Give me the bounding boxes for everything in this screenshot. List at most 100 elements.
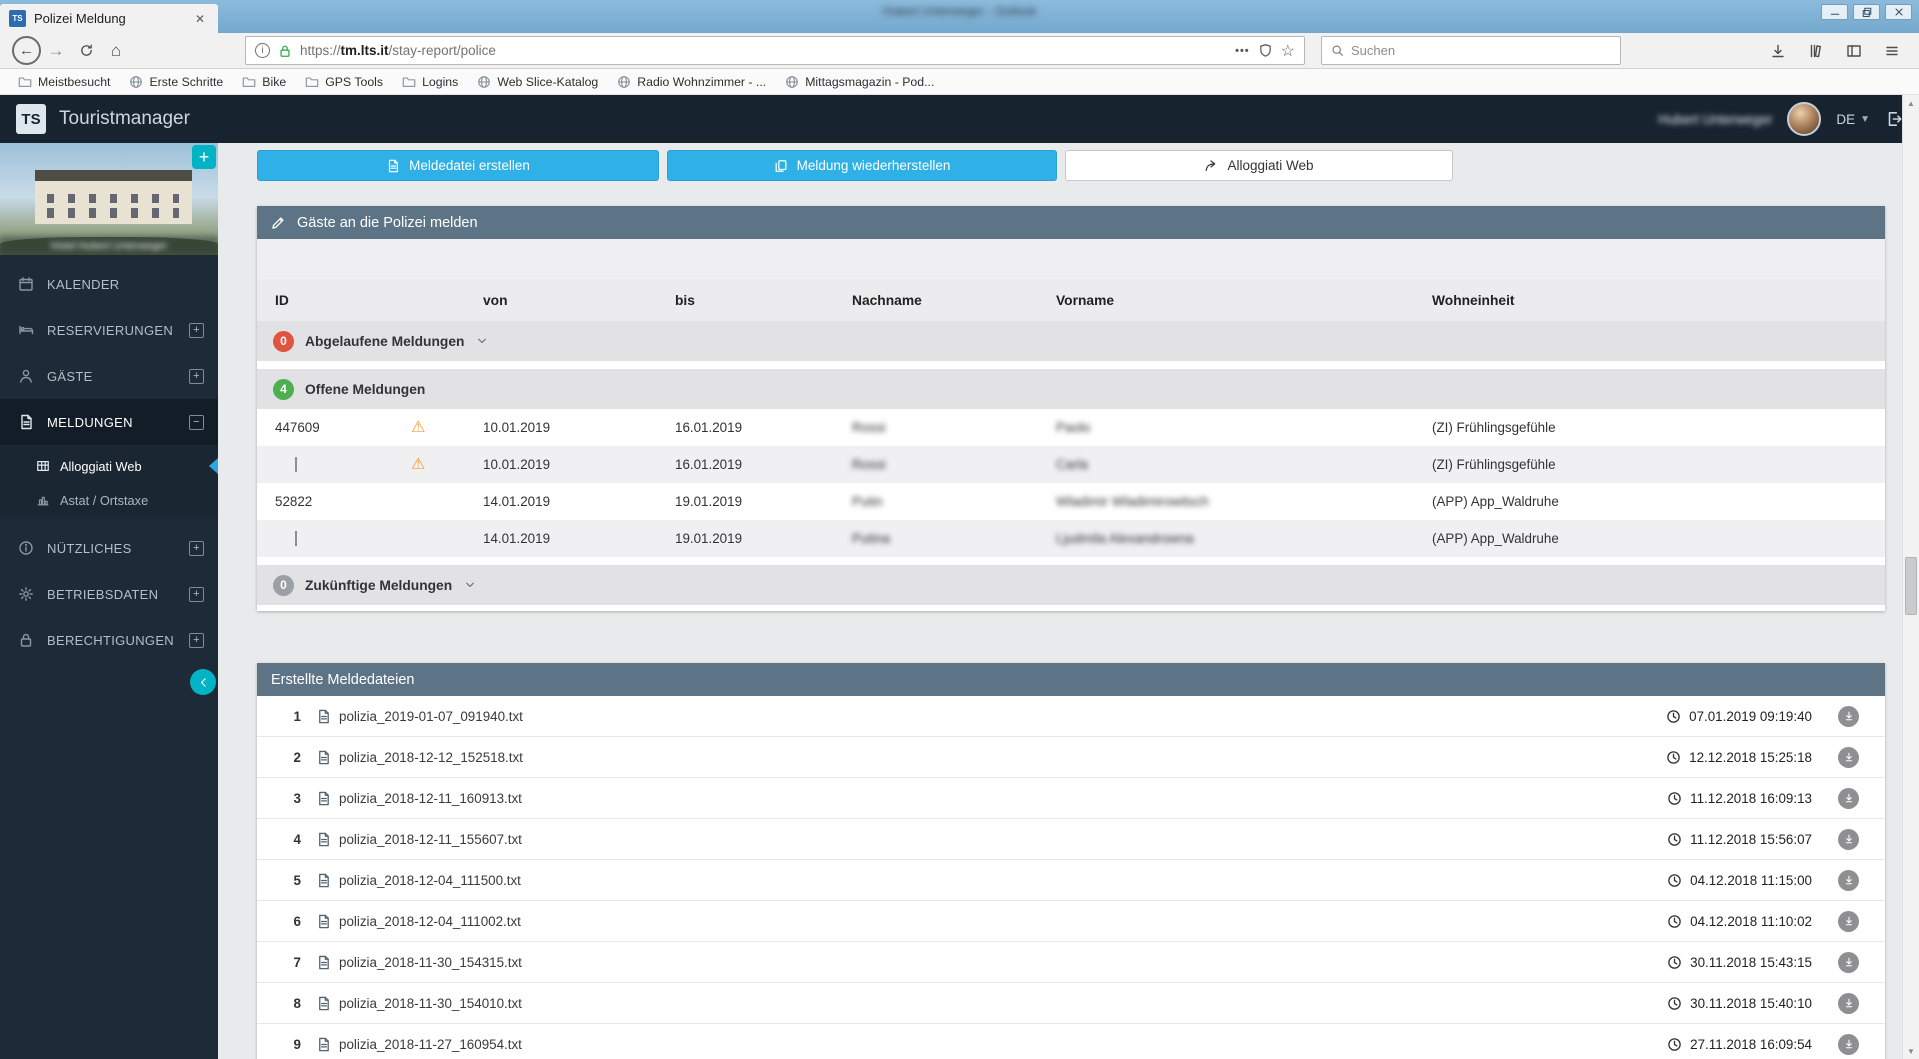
download-button[interactable] xyxy=(1838,705,1859,727)
date-from: 14.01.2019 xyxy=(483,494,551,509)
bookmark-star-icon[interactable]: ☆ xyxy=(1281,41,1295,61)
browser-tab[interactable]: TS Polizei Meldung ✕ xyxy=(0,4,218,33)
expand-icon[interactable]: + xyxy=(189,322,204,338)
forward-icon[interactable]: → xyxy=(41,36,71,66)
guest-lastname: Putina xyxy=(852,531,890,546)
back-icon[interactable]: ← xyxy=(12,36,41,65)
bookmark-item[interactable]: Erste Schritte xyxy=(121,71,231,93)
sidebar-item-berechtigungen[interactable]: BERECHTIGUNGEN + xyxy=(0,617,218,663)
download-icon xyxy=(1845,916,1852,926)
expand-icon[interactable]: + xyxy=(189,586,204,602)
bookmark-item[interactable]: Meistbesucht xyxy=(10,71,118,93)
sidebar-item-meldungen[interactable]: MELDUNGEN − xyxy=(0,399,218,445)
group-expired[interactable]: 0 Abgelaufene Meldungen xyxy=(257,321,1885,361)
download-button[interactable] xyxy=(1838,787,1859,809)
group-future[interactable]: 0 Zukünftige Meldungen xyxy=(257,565,1885,605)
sidebar-item-kalender[interactable]: KALENDER xyxy=(0,261,218,307)
alloggiati-web-button[interactable]: Alloggiati Web xyxy=(1065,150,1453,181)
sidebar-item-alloggiati-web[interactable]: Alloggiati Web xyxy=(0,449,218,483)
sidebar-item-reservierungen[interactable]: RESERVIERUNGEN + xyxy=(0,307,218,353)
restore-icon[interactable] xyxy=(1853,4,1880,20)
download-button[interactable] xyxy=(1838,951,1859,973)
download-button[interactable] xyxy=(1838,828,1859,850)
sidebar-item-label: GÄSTE xyxy=(47,368,93,384)
file-name-link[interactable]: polizia_2018-12-12_152518.txt xyxy=(339,750,523,765)
reload-icon[interactable] xyxy=(71,36,101,66)
file-row: 2 polizia_2018-12-12_152518.txt 12.12.20… xyxy=(257,737,1885,778)
page-actions-icon[interactable]: ••• xyxy=(1235,45,1250,57)
expand-icon[interactable]: + xyxy=(189,632,204,648)
guest-firstname: Paolo xyxy=(1056,420,1091,435)
file-name-link[interactable]: polizia_2018-12-11_160913.txt xyxy=(339,791,522,806)
bookmark-item[interactable]: Logins xyxy=(394,71,466,93)
tab-close-icon[interactable]: ✕ xyxy=(191,10,209,28)
file-name-link[interactable]: polizia_2019-01-07_091940.txt xyxy=(339,709,523,724)
url-bar[interactable]: i https://tm.lts.it/stay-report/police •… xyxy=(245,36,1305,65)
sidebar-item-nuetzliches[interactable]: NÜTZLICHES + xyxy=(0,525,218,571)
bookmark-item[interactable]: Bike xyxy=(234,71,294,93)
create-report-file-button[interactable]: Meldedatei erstellen xyxy=(257,150,659,181)
scroll-down-icon[interactable]: ▼ xyxy=(1903,1043,1919,1059)
folder-icon xyxy=(242,76,256,87)
downloads-icon[interactable] xyxy=(1763,36,1793,66)
file-name-link[interactable]: polizia_2018-11-30_154010.txt xyxy=(339,996,522,1011)
sidebar-item-betriebsdaten[interactable]: BETRIEBSDATEN + xyxy=(0,571,218,617)
download-button[interactable] xyxy=(1838,746,1859,768)
download-button[interactable] xyxy=(1838,910,1859,932)
clock-icon xyxy=(1667,709,1680,723)
collapse-sidebar-button[interactable] xyxy=(190,669,216,695)
download-button[interactable] xyxy=(1838,869,1859,891)
collapse-section-icon[interactable]: − xyxy=(189,414,204,430)
home-icon[interactable]: ⌂ xyxy=(101,36,131,66)
language-selector[interactable]: DE ▼ xyxy=(1836,112,1870,127)
shield-icon[interactable] xyxy=(1258,43,1273,58)
sidebar-item-astat-ortstaxe[interactable]: Astat / Ortstaxe xyxy=(0,483,218,517)
table-header: ID von bis Nachname Vorname Wohneinheit xyxy=(257,279,1885,321)
bookmark-item[interactable]: GPS Tools xyxy=(297,71,391,93)
minimize-icon[interactable] xyxy=(1821,4,1848,20)
download-button[interactable] xyxy=(1838,992,1859,1014)
sidebar-toggle-icon[interactable] xyxy=(1839,36,1869,66)
download-button[interactable] xyxy=(1838,1033,1859,1055)
screen: TS Polizei Meldung ✕ Hubert Unterweger -… xyxy=(0,0,1919,1059)
chevron-down-icon xyxy=(478,338,487,344)
nav-toolbar: ← → ⌂ i https://tm.lts.it/stay-report/po… xyxy=(0,33,1919,69)
expand-icon[interactable]: + xyxy=(189,368,204,384)
close-icon[interactable] xyxy=(1885,4,1912,20)
site-info-icon[interactable]: i xyxy=(255,43,270,58)
file-icon xyxy=(319,996,329,1010)
file-number: 2 xyxy=(293,749,301,765)
file-icon xyxy=(319,955,329,969)
logout-icon[interactable] xyxy=(1885,110,1903,128)
toolbar-icons xyxy=(1763,36,1907,66)
sidebar-item-gaeste[interactable]: GÄSTE + xyxy=(0,353,218,399)
bookmarks-bar: Meistbesucht Erste Schritte Bike GPS Too… xyxy=(0,69,1919,95)
window-controls xyxy=(1821,4,1912,20)
search-bar[interactable] xyxy=(1321,36,1621,65)
group-open[interactable]: 4 Offene Meldungen xyxy=(257,369,1885,409)
scrollbar-thumb[interactable] xyxy=(1905,557,1917,615)
menu-icon[interactable] xyxy=(1877,36,1907,66)
info-icon xyxy=(19,541,33,555)
bookmark-item[interactable]: Mittagsmagazin - Pod... xyxy=(777,71,942,93)
table-row: ⚠ 10.01.2019 16.01.2019 Rossi Carla (ZI)… xyxy=(257,446,1885,483)
library-icon[interactable] xyxy=(1801,36,1831,66)
file-name-link[interactable]: polizia_2018-12-11_155607.txt xyxy=(339,832,522,847)
bookmark-item[interactable]: Web Slice-Katalog xyxy=(469,71,606,93)
search-input[interactable] xyxy=(1351,43,1611,58)
sidebar: Hotel Hubert Unterweger + KALENDER RESER… xyxy=(0,143,218,1059)
file-row: 1 polizia_2019-01-07_091940.txt 07.01.20… xyxy=(257,696,1885,737)
expand-icon[interactable]: + xyxy=(189,540,204,556)
file-name-link[interactable]: polizia_2018-11-27_160954.txt xyxy=(339,1037,522,1052)
add-icon[interactable]: + xyxy=(192,145,216,169)
file-name-link[interactable]: polizia_2018-12-04_111002.txt xyxy=(339,914,521,929)
police-report-panel: Gäste an die Polizei melden ID von bis N… xyxy=(257,206,1885,611)
bookmark-item[interactable]: Radio Wohnzimmer - ... xyxy=(609,71,774,93)
avatar[interactable] xyxy=(1787,102,1822,136)
file-name-link[interactable]: polizia_2018-11-30_154315.txt xyxy=(339,955,522,970)
lock-icon[interactable] xyxy=(278,44,292,58)
restore-report-button[interactable]: Meldung wiederherstellen xyxy=(667,150,1057,181)
file-name-link[interactable]: polizia_2018-12-04_111500.txt xyxy=(339,873,521,888)
guest-unit: (APP) App_Waldruhe xyxy=(1432,494,1559,509)
scroll-up-icon[interactable]: ▲ xyxy=(1903,95,1919,111)
